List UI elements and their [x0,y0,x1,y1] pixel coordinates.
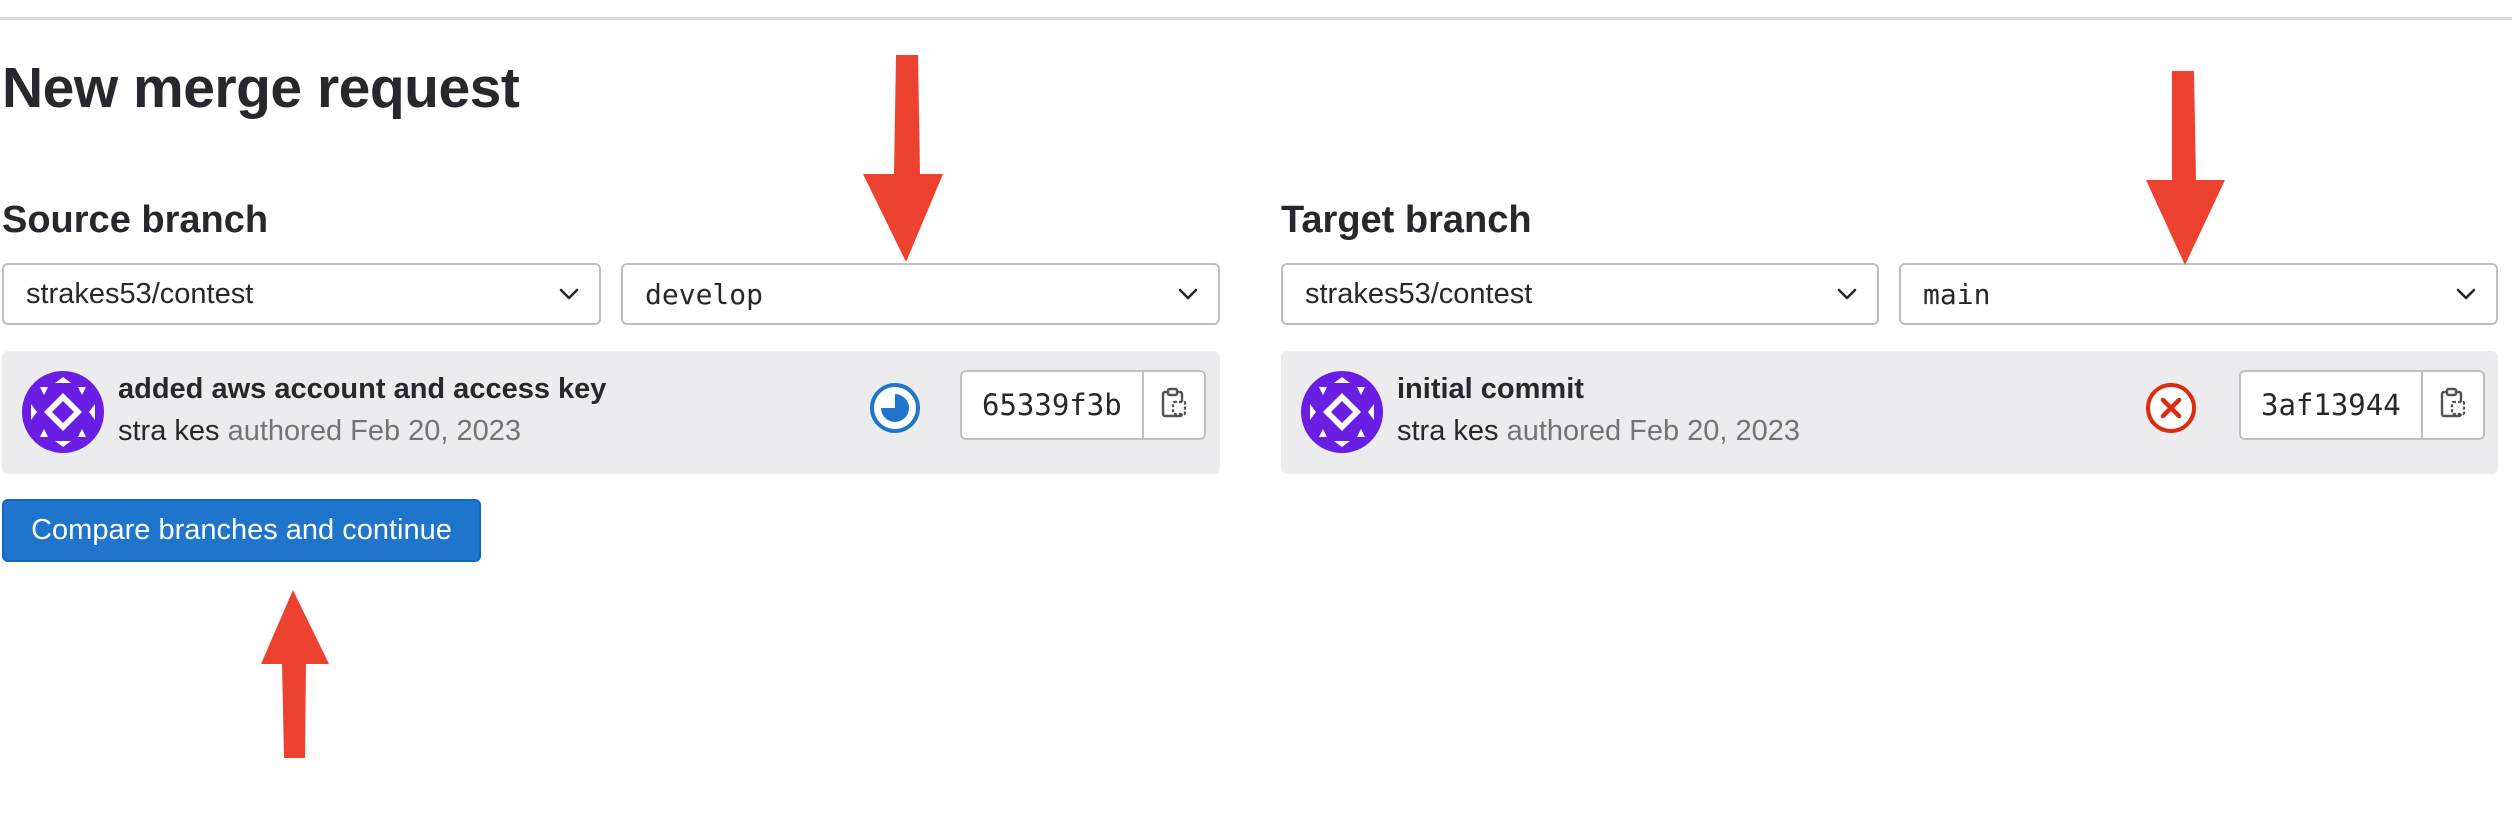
copy-icon [2439,387,2467,424]
chevron-down-icon [1835,282,1859,306]
target-commit-authored: authored Feb 20, 2023 [1506,415,1801,447]
avatar[interactable] [22,371,104,453]
target-commit-sha[interactable]: 3af13944 [2241,372,2421,438]
top-divider [0,17,2512,20]
source-branch-select[interactable]: develop [621,263,1220,325]
target-commit-author[interactable]: stra kes [1397,415,1499,447]
source-project-value: strakes53/contest [26,277,254,310]
source-commit-meta: stra kes authored Feb 20, 2023 [118,415,521,448]
target-commit-sha-group: 3af13944 [2239,370,2485,440]
source-branch-value: develop [645,277,764,311]
source-commit-title[interactable]: added aws account and access key [118,373,606,406]
target-project-value: strakes53/contest [1305,277,1533,310]
target-branch-heading: Target branch [1281,199,1532,241]
status-failed-icon[interactable] [2144,381,2198,435]
target-commit-title[interactable]: initial commit [1397,373,1584,406]
source-commit-author[interactable]: stra kes [118,415,220,447]
copy-sha-button[interactable] [1141,372,1204,438]
avatar[interactable] [1301,371,1383,453]
source-project-select[interactable]: strakes53/contest [2,263,601,325]
compare-branches-button[interactable]: Compare branches and continue [2,499,481,562]
source-commit-authored: authored Feb 20, 2023 [227,415,522,447]
target-branch-value: main [1923,277,1991,311]
annotation-arrow-down-target-branch [2146,71,2225,265]
target-commit-meta: stra kes authored Feb 20, 2023 [1397,415,1800,448]
copy-sha-button[interactable] [2420,372,2483,438]
target-branch-select[interactable]: main [1899,263,2498,325]
source-commit-sha-group: 65339f3b [960,370,1206,440]
status-running-icon[interactable] [868,381,922,435]
source-commit-sha[interactable]: 65339f3b [962,372,1142,438]
page-title: New merge request [2,56,520,120]
target-project-select[interactable]: strakes53/contest [1281,263,1879,325]
annotation-arrow-down-source-branch [863,55,943,262]
source-branch-heading: Source branch [2,199,269,241]
target-commit-card: initial commit stra kes authored Feb 20,… [1281,351,2498,474]
source-commit-card: added aws account and access key stra ke… [2,351,1220,474]
chevron-down-icon [557,282,581,306]
chevron-down-icon [1176,282,1200,306]
chevron-down-icon [2454,282,2478,306]
annotation-arrow-up-compare-button [261,590,329,758]
copy-icon [1160,387,1188,424]
